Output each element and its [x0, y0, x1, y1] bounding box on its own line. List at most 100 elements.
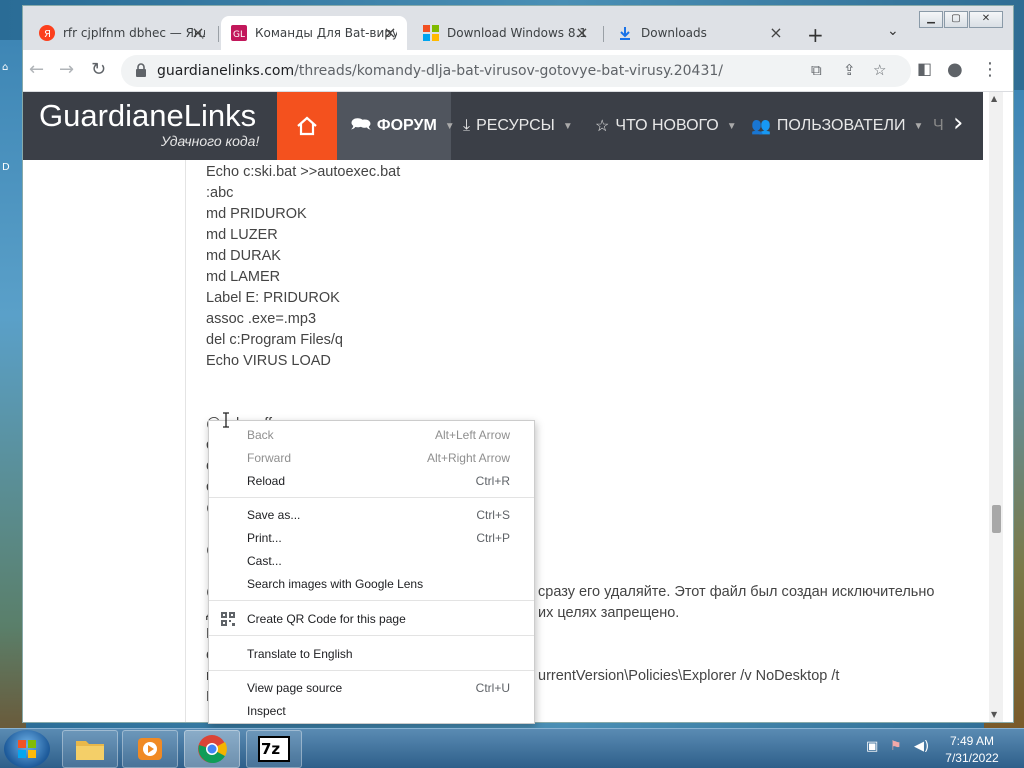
7zip-label: 7z [261, 740, 281, 758]
comments-icon: 🗪 [351, 115, 371, 133]
nav-resources[interactable]: ⤓ РЕСУРСЫ ▼ [463, 92, 573, 160]
network-icon[interactable]: ▣ [866, 739, 878, 754]
nav-whats-new[interactable]: ☆ ЧТО НОВОГО ▼ [595, 92, 737, 160]
close-tab-icon[interactable]: × [767, 23, 785, 42]
tab-search-button[interactable]: ⌄ [887, 23, 899, 39]
menu-item-save-as[interactable]: Save as... Ctrl+S [209, 504, 534, 527]
share-icon[interactable]: ⇪ [843, 61, 856, 79]
menu-shortcut: Ctrl+P [476, 531, 510, 545]
menu-label: Create QR Code for this page [247, 612, 406, 626]
nav-label: ФОРУМ [376, 117, 437, 134]
code-line: md PRIDUROK [206, 206, 307, 222]
close-window-button[interactable]: ✕ [969, 11, 1003, 28]
url-domain: guardianelinks.com [157, 63, 295, 79]
maximize-button[interactable]: ▢ [944, 11, 968, 28]
back-icon[interactable]: ← [29, 59, 44, 80]
home-button[interactable] [277, 92, 337, 160]
code-line: Label E: PRIDUROK [206, 290, 340, 306]
taskbar-explorer[interactable] [62, 730, 118, 768]
side-panel-icon[interactable]: ◧ [917, 59, 932, 78]
scrollbar-thumb[interactable] [992, 505, 1001, 533]
chevron-down-icon: ▼ [444, 120, 455, 132]
menu-item-print[interactable]: Print... Ctrl+P [209, 527, 534, 550]
star-icon: ☆ [595, 118, 610, 135]
menu-shortcut: Ctrl+S [476, 508, 510, 522]
menu-item-google-lens[interactable]: Search images with Google Lens [209, 573, 534, 596]
taskbar-chrome[interactable] [184, 730, 240, 768]
tab-divider [603, 26, 604, 42]
menu-label: Search images with Google Lens [247, 577, 424, 591]
close-tab-icon[interactable]: × [189, 23, 207, 42]
yandex-icon: Я [39, 25, 55, 41]
address-bar[interactable]: guardianelinks.com/threads/komandy-dlja-… [121, 55, 911, 87]
nav-label: ПОЛЬЗОВАТЕЛИ [776, 117, 906, 134]
tab-yandex[interactable]: Я rfr cjplfnm dbhec — Янд × [29, 16, 215, 50]
translate-icon[interactable]: ⧉ [811, 61, 822, 79]
media-player-icon [138, 738, 162, 760]
chevron-right-icon[interactable]: › [953, 108, 963, 138]
tab-current[interactable]: GL Команды Для Bat-виру × [221, 16, 407, 50]
menu-label: Back [247, 428, 274, 442]
close-tab-icon[interactable]: × [381, 23, 399, 42]
menu-shortcut: Alt+Left Arrow [434, 428, 510, 442]
menu-label: Save as... [247, 508, 301, 522]
code-line: Echo c:ski.bat >>autoexec.bat [206, 164, 401, 180]
menu-item-forward[interactable]: Forward Alt+Right Arrow [209, 447, 534, 470]
tab-divider [218, 26, 219, 42]
menu-separator [209, 497, 534, 498]
clock-time: 7:49 AM [949, 734, 995, 748]
browser-toolbar: ← → ↻ guardianelinks.com/threads/komandy… [23, 50, 1013, 92]
menu-label: Translate to English [247, 647, 353, 661]
post-text-line: сразу его удаляйте. Этот файл был создан… [538, 584, 935, 600]
nav-more-partial[interactable]: Ч [933, 92, 944, 160]
menu-item-translate[interactable]: Translate to English [209, 643, 534, 666]
chrome-icon [198, 735, 227, 764]
site-logo[interactable]: GuardianeLinks [39, 98, 256, 134]
menu-label: Print... [247, 531, 282, 545]
menu-label: Cast... [247, 554, 282, 568]
menu-item-view-source[interactable]: View page source Ctrl+U [209, 677, 534, 700]
taskbar-media-player[interactable] [122, 730, 178, 768]
download-icon [617, 25, 633, 41]
bookmark-star-icon[interactable]: ☆ [873, 61, 886, 79]
menu-item-cast[interactable]: Cast... [209, 550, 534, 573]
nav-forum[interactable]: 🗪 ФОРУМ ▼ [337, 92, 455, 160]
menu-icon[interactable]: ⋮ [981, 59, 999, 80]
minimize-button[interactable]: ▁ [919, 11, 943, 28]
menu-item-back[interactable]: Back Alt+Left Arrow [209, 424, 534, 447]
menu-label: Reload [247, 474, 286, 488]
volume-icon[interactable]: ◀) [914, 739, 929, 754]
code-line: Echo VIRUS LOAD [206, 353, 331, 369]
code-line: assoc .exe=.mp3 [206, 311, 317, 327]
tab-windows-download[interactable]: Download Windows 8.1 × [413, 16, 599, 50]
action-center-icon[interactable]: ⚑ [890, 739, 902, 754]
home-icon [297, 116, 317, 136]
site-favicon-icon: GL [231, 25, 247, 41]
menu-shortcut: Ctrl+U [475, 681, 510, 695]
tab-downloads[interactable]: Downloads × [607, 16, 793, 50]
taskbar-7zip[interactable]: 7z [246, 730, 302, 768]
close-tab-icon[interactable]: × [573, 23, 591, 42]
nav-users[interactable]: 👥 ПОЛЬЗОВАТЕЛИ ▼ [751, 92, 923, 160]
page-scrollbar[interactable]: ▲ ▼ [989, 92, 1003, 722]
svg-text:Я: Я [44, 29, 51, 40]
code-line: md LAMER [206, 269, 281, 285]
chevron-down-icon: ▼ [913, 120, 924, 132]
svg-text:GL: GL [233, 30, 245, 40]
start-button[interactable] [4, 730, 50, 768]
new-tab-button[interactable]: + [807, 23, 824, 47]
profile-icon[interactable]: ● [947, 59, 963, 80]
menu-item-inspect[interactable]: Inspect [209, 700, 534, 723]
menu-label: Inspect [247, 704, 286, 718]
download-icon: ⤓ [463, 117, 471, 134]
taskbar-clock[interactable]: 7:49 AM 7/31/2022 [930, 733, 1014, 767]
scroll-down-icon[interactable]: ▼ [991, 710, 997, 719]
site-navbar: GuardianeLinks Удачного кода! 🗪 ФОРУМ ▼ ⤓ Р… [23, 92, 983, 160]
menu-item-qr-code[interactable]: Create QR Code for this page [209, 608, 534, 631]
windows-logo-icon [18, 740, 36, 758]
post-text-line: их целях запрещено. [538, 605, 680, 621]
forward-icon[interactable]: → [59, 59, 74, 80]
reload-icon[interactable]: ↻ [91, 59, 106, 80]
menu-item-reload[interactable]: Reload Ctrl+R [209, 470, 534, 493]
scroll-up-icon[interactable]: ▲ [991, 94, 997, 103]
